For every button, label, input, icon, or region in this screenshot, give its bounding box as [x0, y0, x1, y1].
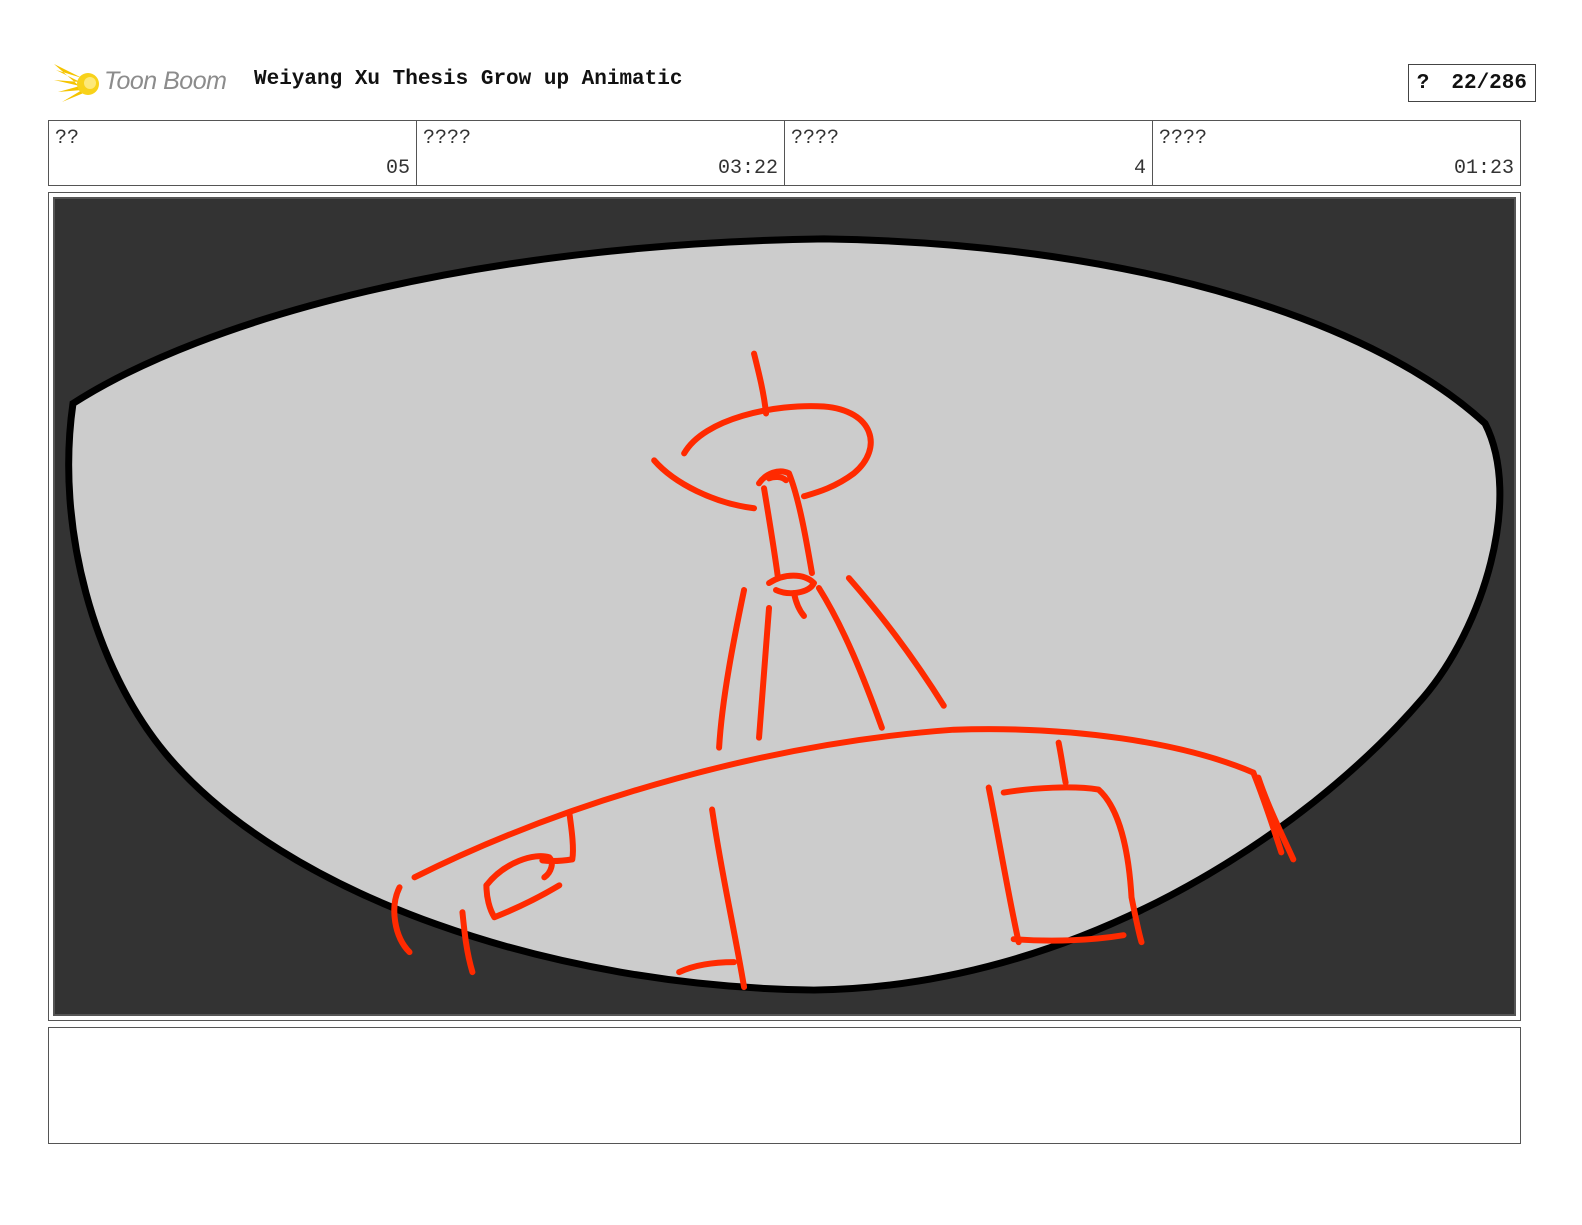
page-prefix: ?: [1416, 71, 1430, 95]
info-label: ????: [423, 127, 472, 150]
info-label: ??: [55, 127, 80, 150]
info-cell-scene: ?? 05: [49, 121, 417, 185]
panel-notes-box: [48, 1027, 1521, 1144]
starburst-logo-icon: [54, 64, 99, 102]
logo-text: Toon Boom: [104, 66, 227, 95]
info-label: ????: [791, 127, 840, 150]
storyboard-panel-image: [53, 197, 1516, 1016]
info-value: 4: [1133, 157, 1146, 180]
info-value: 03:22: [717, 157, 778, 180]
page-header: Toon Boom Weiyang Xu Thesis Grow up Anim…: [52, 56, 1536, 106]
info-cell-panel: ???? 4: [785, 121, 1153, 185]
info-label: ????: [1159, 127, 1208, 150]
storyboard-panel-frame: [48, 192, 1521, 1021]
info-value: 05: [385, 157, 410, 180]
document-title: Weiyang Xu Thesis Grow up Animatic: [254, 68, 683, 91]
toon-boom-logo: Toon Boom: [52, 56, 242, 106]
lens-shape: [65, 235, 1504, 994]
info-value: 01:23: [1453, 157, 1514, 180]
info-cell-duration: ???? 03:22: [417, 121, 785, 185]
panel-info-table: ?? 05 ???? 03:22 ???? 4 ???? 01:23: [48, 120, 1521, 186]
page-counter: ? 22/286: [1407, 64, 1536, 102]
page-number: 22/286: [1451, 71, 1527, 95]
storyboard-sketch: [65, 235, 1504, 994]
info-cell-panel-duration: ???? 01:23: [1153, 121, 1520, 185]
